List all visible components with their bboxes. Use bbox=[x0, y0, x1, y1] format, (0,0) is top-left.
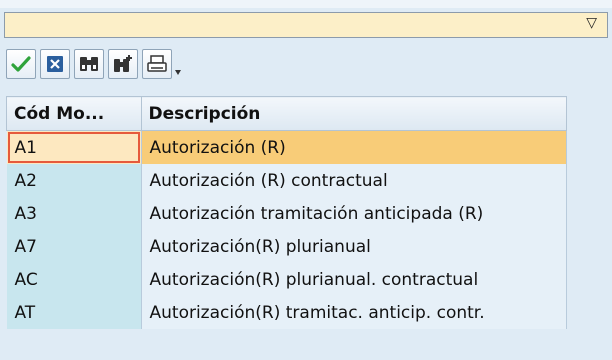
find-next-button[interactable] bbox=[108, 49, 138, 79]
description-cell[interactable]: Autorización(R) plurianual bbox=[141, 230, 567, 263]
table-header-row: Cód Mo... Descripción bbox=[6, 96, 567, 131]
code-cell[interactable]: A7 bbox=[6, 230, 142, 263]
code-cell[interactable]: A1 bbox=[6, 130, 142, 164]
small-dropdown-icon bbox=[175, 70, 181, 75]
description-cell[interactable]: Autorización(R) tramitac. anticip. contr… bbox=[141, 296, 567, 329]
print-button[interactable] bbox=[142, 49, 172, 79]
cancel-x-icon bbox=[47, 56, 63, 72]
checkmark-icon bbox=[11, 56, 31, 72]
code-cell[interactable]: A2 bbox=[6, 164, 142, 197]
code-cell[interactable]: A3 bbox=[6, 197, 142, 230]
filter-triangle-icon[interactable]: ▽ bbox=[586, 15, 597, 31]
table-row[interactable]: AC Autorización(R) plurianual. contractu… bbox=[6, 263, 567, 296]
cancel-button[interactable] bbox=[40, 49, 70, 79]
binoculars-icon bbox=[80, 57, 98, 71]
printer-icon bbox=[147, 55, 167, 72]
table-row[interactable]: AT Autorización(R) tramitac. anticip. co… bbox=[6, 296, 567, 329]
column-header-code[interactable]: Cód Mo... bbox=[6, 96, 142, 131]
window-top-strip bbox=[0, 0, 612, 8]
find-button[interactable] bbox=[74, 49, 104, 79]
binoculars-plus-icon bbox=[114, 55, 132, 72]
code-cell[interactable]: AC bbox=[6, 263, 142, 296]
results-table: Cód Mo... Descripción A1 Autorización (R… bbox=[6, 96, 567, 329]
toolbar bbox=[6, 49, 184, 83]
table-row[interactable]: A1 Autorización (R) bbox=[6, 130, 567, 164]
table-row[interactable]: A3 Autorización tramitación anticipada (… bbox=[6, 197, 567, 230]
description-cell[interactable]: Autorización tramitación anticipada (R) bbox=[141, 197, 567, 230]
description-cell[interactable]: Autorización (R) bbox=[141, 130, 567, 164]
title-bar: ▽ bbox=[4, 12, 608, 38]
confirm-button[interactable] bbox=[6, 49, 36, 79]
description-cell[interactable]: Autorización(R) plurianual. contractual bbox=[141, 263, 567, 296]
table-row[interactable]: A7 Autorización(R) plurianual bbox=[6, 230, 567, 263]
code-cell[interactable]: AT bbox=[6, 296, 142, 329]
table-row[interactable]: A2 Autorización (R) contractual bbox=[6, 164, 567, 197]
print-options-dropdown[interactable] bbox=[172, 49, 184, 79]
description-cell[interactable]: Autorización (R) contractual bbox=[141, 164, 567, 197]
column-header-description[interactable]: Descripción bbox=[140, 96, 567, 131]
